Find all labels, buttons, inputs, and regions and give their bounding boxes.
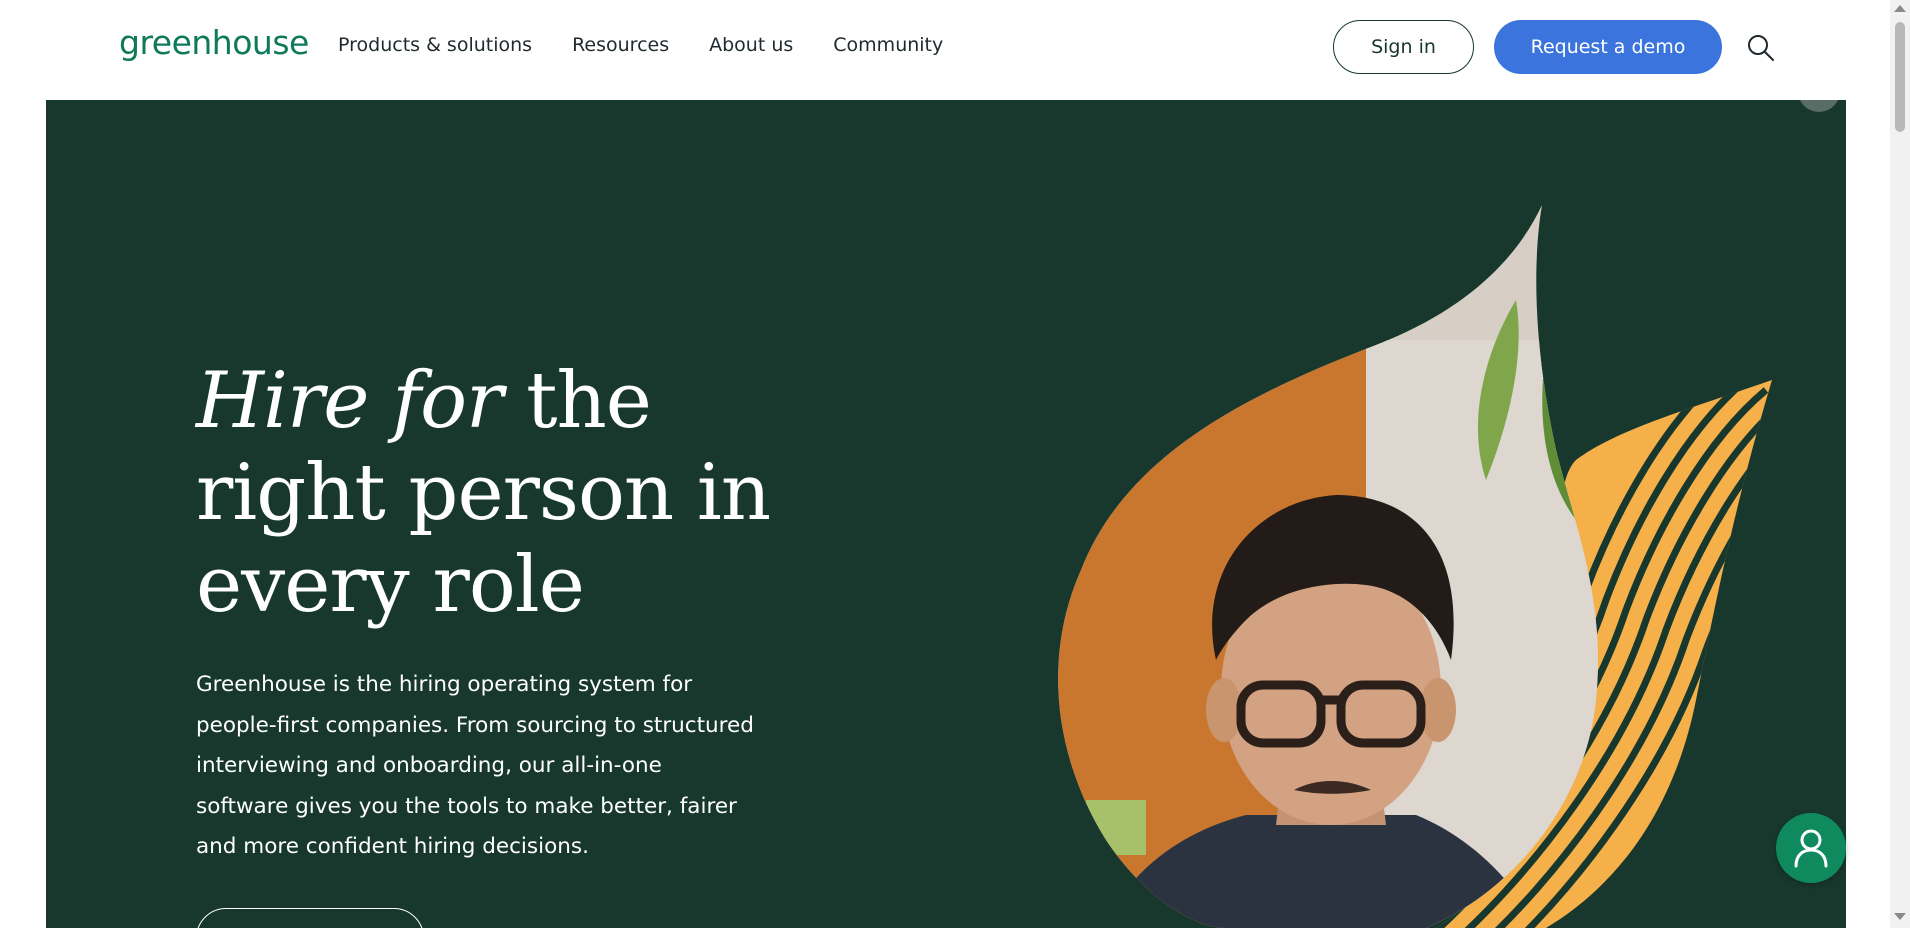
nav-products-solutions[interactable]: Products & solutions [338, 34, 532, 56]
scroll-up-arrow-icon[interactable] [1894, 5, 1906, 12]
hero-title-line2: right person in [196, 448, 771, 538]
request-demo-button[interactable]: Request a demo [1494, 20, 1722, 74]
hero-title-line1-rest: the [502, 356, 652, 446]
person-icon [1794, 829, 1828, 868]
scroll-down-arrow-icon[interactable] [1894, 913, 1906, 920]
hero-section: Hire for the right person in every role … [46, 100, 1846, 928]
page-scrollbar[interactable] [1890, 0, 1910, 928]
greenhouse-logo[interactable]: greenhouse [119, 23, 309, 62]
nav-community[interactable]: Community [833, 34, 943, 56]
hero-title-line3: every role [196, 540, 585, 630]
search-icon[interactable] [1746, 33, 1776, 63]
main-nav: Products & solutions Resources About us … [338, 34, 983, 56]
scroll-thumb[interactable] [1895, 22, 1905, 132]
nav-about-us[interactable]: About us [709, 34, 793, 56]
hero-primary-cta-button[interactable] [196, 908, 424, 928]
nav-resources[interactable]: Resources [572, 34, 669, 56]
site-header: greenhouse Products & solutions Resource… [0, 0, 1890, 100]
chat-launcher-button[interactable] [1776, 813, 1846, 883]
hero-description: Greenhouse is the hiring operating syste… [196, 672, 754, 859]
hero-secondary-cta-link[interactable] [466, 920, 646, 928]
hero-title: Hire for the right person in every role [196, 355, 816, 631]
hero-title-italic: Hire for [196, 356, 503, 446]
sign-in-button[interactable]: Sign in [1333, 20, 1474, 74]
